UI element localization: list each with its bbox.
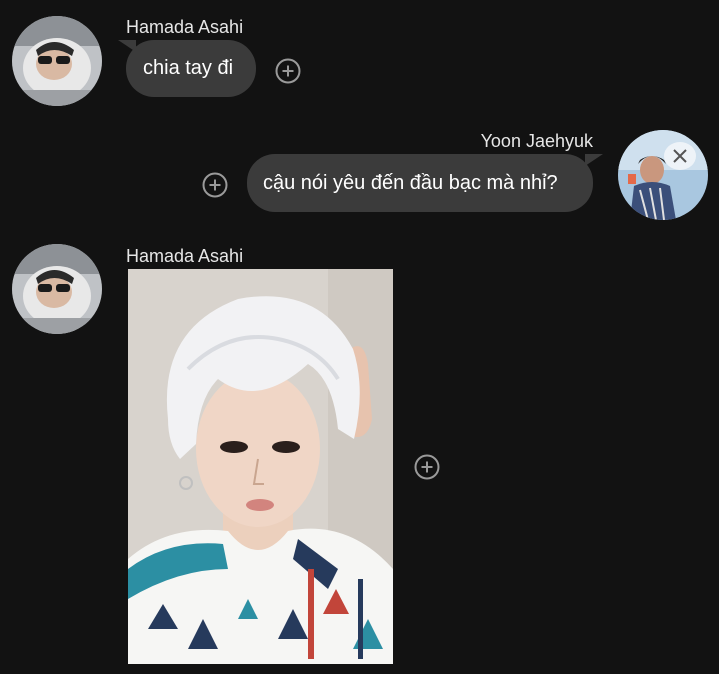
photo-image	[128, 269, 393, 664]
sender-name: Yoon Jaehyuk	[480, 131, 593, 151]
add-reaction-button[interactable]	[202, 172, 228, 198]
photo-attachment[interactable]	[128, 269, 393, 664]
message-bubble[interactable]: cậu nói yêu đến đầu bạc mà nhỉ?	[247, 154, 593, 212]
sender-name: Hamada Asahi	[126, 246, 244, 266]
avatar-hamada-asahi[interactable]	[12, 244, 102, 334]
add-reaction-button[interactable]	[275, 58, 301, 84]
avatar-image	[12, 244, 102, 334]
plus-circle-icon	[414, 454, 440, 480]
avatar-hamada-asahi[interactable]	[12, 16, 102, 106]
plus-circle-icon	[202, 172, 228, 198]
add-reaction-button[interactable]	[414, 454, 440, 480]
plus-circle-icon	[275, 58, 301, 84]
avatar-image	[618, 130, 708, 220]
chat-thread: Hamada Asahi chia tay đi Yoon Jaehyuk cậ…	[0, 0, 719, 674]
avatar-yoon-jaehyuk[interactable]	[618, 130, 708, 220]
message-text: cậu nói yêu đến đầu bạc mà nhỉ?	[263, 171, 558, 194]
avatar-image	[12, 16, 102, 106]
message-bubble[interactable]: chia tay đi	[126, 40, 256, 97]
message-text: chia tay đi	[143, 57, 234, 79]
bubble-tail	[585, 154, 603, 166]
sender-name: Hamada Asahi	[126, 17, 244, 37]
